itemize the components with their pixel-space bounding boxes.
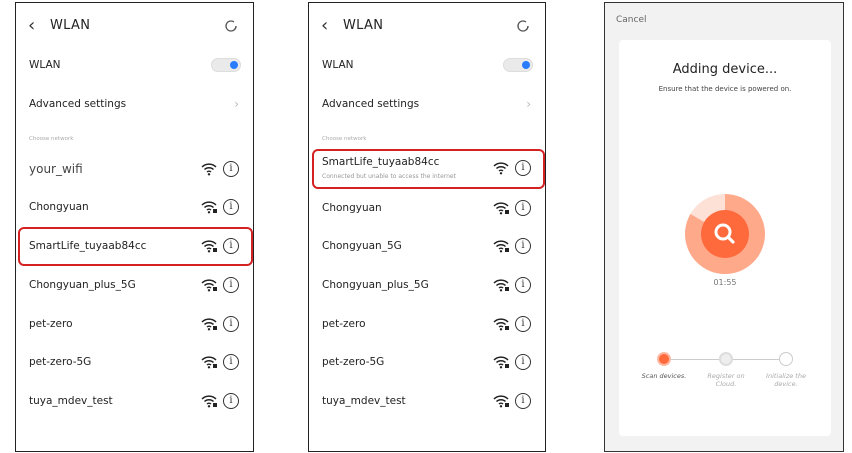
- wlan-label: WLAN: [29, 59, 61, 71]
- progress-ring: [685, 194, 765, 274]
- search-icon: [714, 223, 735, 244]
- chevron-right-icon: ›: [234, 97, 239, 111]
- wlan-label: WLAN: [322, 59, 354, 71]
- network-row[interactable]: Chongyuan i: [309, 189, 545, 227]
- wifi-locked-icon: [493, 356, 509, 369]
- step-3-dot: [779, 352, 793, 366]
- wifi-signal-icon: [201, 163, 217, 176]
- network-name: pet-zero: [322, 318, 366, 330]
- highlight-box: [312, 149, 545, 189]
- wifi-locked-icon: [201, 395, 217, 408]
- wifi-locked-icon: [493, 202, 509, 215]
- network-row[interactable]: your_wifi i: [16, 150, 253, 188]
- adding-subtitle: Ensure that the device is powered on.: [658, 85, 792, 93]
- network-name: Chongyuan_plus_5G: [322, 279, 429, 291]
- info-icon[interactable]: i: [223, 199, 239, 215]
- step-indicator: Scan devices. Register on Cloud. Initial…: [619, 352, 831, 402]
- toggle-knob: [522, 61, 530, 69]
- search-button: [701, 210, 749, 258]
- adding-title: Adding device...: [672, 62, 778, 77]
- section-label: Choose network: [322, 136, 367, 142]
- section-label: Choose network: [29, 136, 74, 142]
- info-icon[interactable]: i: [515, 238, 531, 254]
- network-row[interactable]: pet-zero i: [16, 305, 253, 343]
- back-icon[interactable]: ‹: [28, 15, 35, 37]
- info-icon[interactable]: i: [223, 161, 239, 177]
- info-icon[interactable]: i: [223, 354, 239, 370]
- wifi-list-screen-2: ‹ WLAN WLAN Advanced settings › Choose n…: [308, 2, 546, 452]
- advanced-settings-row[interactable]: Advanced settings ›: [16, 85, 253, 123]
- step-2-dot: [719, 352, 733, 366]
- header: ‹ WLAN: [16, 15, 253, 37]
- wifi-list-screen-1: ‹ WLAN WLAN Advanced settings › Choose n…: [15, 2, 254, 452]
- step-connector: [733, 359, 779, 360]
- countdown-timer: 01:55: [713, 278, 737, 287]
- wifi-locked-icon: [493, 395, 509, 408]
- network-row[interactable]: tuya_mdev_test i: [16, 382, 253, 420]
- cancel-button[interactable]: Cancel: [616, 15, 647, 25]
- wifi-locked-icon: [201, 279, 217, 292]
- network-name: Chongyuan_plus_5G: [29, 279, 136, 291]
- wifi-locked-icon: [493, 318, 509, 331]
- step-connector: [671, 359, 719, 360]
- info-icon[interactable]: i: [223, 393, 239, 409]
- wifi-locked-icon: [493, 279, 509, 292]
- network-row[interactable]: Chongyuan_5G i: [309, 227, 545, 265]
- info-icon[interactable]: i: [515, 316, 531, 332]
- wifi-locked-icon: [201, 356, 217, 369]
- wlan-toggle[interactable]: [503, 58, 533, 72]
- network-name: tuya_mdev_test: [322, 395, 406, 407]
- network-name: Chongyuan: [322, 202, 382, 214]
- advanced-settings-label: Advanced settings: [322, 98, 420, 110]
- network-name: Chongyuan_5G: [322, 240, 402, 252]
- info-icon[interactable]: i: [515, 200, 531, 216]
- back-icon[interactable]: ‹: [321, 15, 328, 37]
- highlight-box: [18, 227, 253, 266]
- refresh-icon[interactable]: [515, 18, 531, 34]
- wlan-toggle-row[interactable]: WLAN: [16, 46, 253, 84]
- info-icon[interactable]: i: [515, 354, 531, 370]
- network-name: pet-zero-5G: [29, 356, 92, 368]
- adding-device-screen: Cancel Adding device... Ensure that the …: [604, 2, 844, 452]
- network-row[interactable]: pet-zero i: [309, 305, 545, 343]
- header: ‹ WLAN: [309, 15, 545, 37]
- step-1-dot: [657, 352, 671, 366]
- info-icon[interactable]: i: [223, 277, 239, 293]
- chevron-right-icon: ›: [526, 97, 531, 111]
- wifi-locked-icon: [493, 240, 509, 253]
- step-3-label: Initialize the device.: [766, 372, 806, 388]
- network-name: tuya_mdev_test: [29, 395, 113, 407]
- network-row[interactable]: pet-zero-5G i: [16, 343, 253, 381]
- advanced-settings-row[interactable]: Advanced settings ›: [309, 85, 545, 123]
- advanced-settings-label: Advanced settings: [29, 98, 127, 110]
- fade-overlay: [16, 433, 253, 451]
- step-1-label: Scan devices.: [641, 372, 687, 380]
- wlan-toggle-row[interactable]: WLAN: [309, 46, 545, 84]
- network-name: Chongyuan: [29, 201, 89, 213]
- info-icon[interactable]: i: [515, 393, 531, 409]
- network-name: pet-zero-5G: [322, 356, 385, 368]
- info-icon[interactable]: i: [515, 277, 531, 293]
- network-row[interactable]: tuya_mdev_test i: [309, 382, 545, 420]
- wifi-locked-icon: [201, 318, 217, 331]
- progress-card: Adding device... Ensure that the device …: [619, 40, 831, 436]
- fade-overlay: [309, 433, 545, 451]
- wifi-locked-icon: [201, 201, 217, 214]
- network-name: your_wifi: [29, 162, 83, 176]
- wlan-toggle[interactable]: [211, 58, 241, 72]
- network-row[interactable]: Chongyuan_plus_5G i: [309, 266, 545, 304]
- toggle-knob: [230, 61, 238, 69]
- page-title: WLAN: [50, 18, 91, 33]
- network-name: pet-zero: [29, 318, 73, 330]
- network-row[interactable]: pet-zero-5G i: [309, 343, 545, 381]
- network-row[interactable]: Chongyuan_plus_5G i: [16, 266, 253, 304]
- page-title: WLAN: [343, 18, 384, 33]
- network-row[interactable]: Chongyuan i: [16, 188, 253, 226]
- refresh-icon[interactable]: [223, 18, 239, 34]
- info-icon[interactable]: i: [223, 316, 239, 332]
- step-2-label: Register on Cloud.: [707, 372, 745, 388]
